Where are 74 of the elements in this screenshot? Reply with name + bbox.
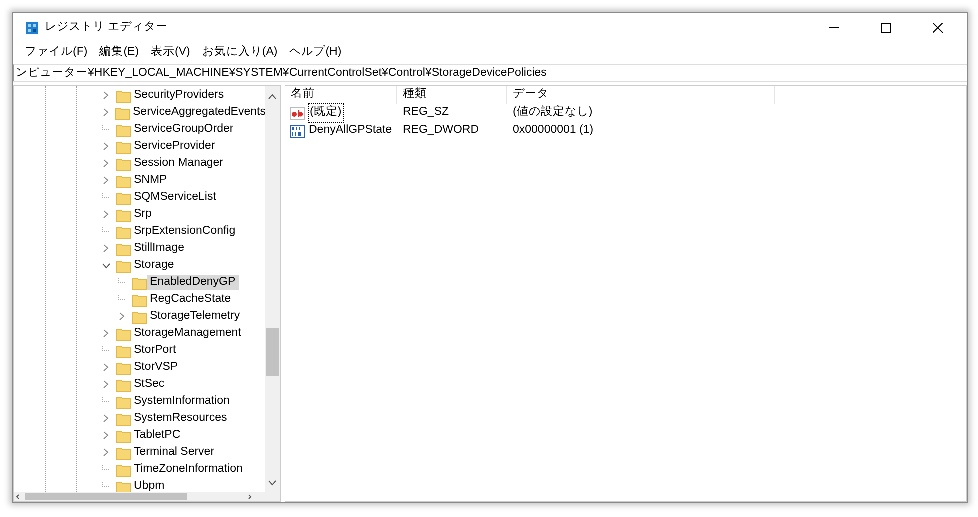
tree-item[interactable]: Ubpm	[131, 479, 168, 492]
tree-item[interactable]: StSec	[131, 377, 168, 392]
tree-item[interactable]: SrpExtensionConfig	[131, 224, 239, 239]
folder-icon	[132, 276, 147, 290]
app-icon	[25, 21, 39, 35]
folder-icon	[116, 446, 131, 460]
column-header[interactable]: 種類	[397, 86, 507, 104]
folder-icon	[116, 428, 131, 442]
folder-icon	[116, 326, 131, 340]
folder-icon	[116, 378, 131, 392]
scrollbar-thumb[interactable]	[25, 493, 187, 500]
address-bar[interactable]: ンピューター¥HKEY_LOCAL_MACHINE¥SYSTEM¥CurrentControlSet¥Control¥StorageDevicePolicies	[13, 64, 967, 82]
folder-icon	[116, 462, 131, 476]
table-cell-text: REG_DWORD	[402, 123, 480, 138]
folder-icon	[116, 156, 131, 170]
table-cell-text: REG_SZ	[402, 105, 450, 120]
window-title: レジストリ エディター	[45, 20, 168, 36]
tree-item[interactable]: SQMServiceList	[131, 190, 220, 205]
tree-item[interactable]: TimeZoneInformation	[131, 462, 246, 477]
maximize-icon	[881, 23, 891, 33]
scroll-left-icon[interactable]	[16, 494, 20, 500]
menu-item[interactable]: 表示(V)	[151, 44, 202, 60]
tree-item[interactable]: StillImage	[131, 241, 188, 256]
folder-icon	[116, 174, 131, 188]
folder-icon	[115, 106, 130, 120]
expand-icon[interactable]	[102, 210, 111, 219]
folder-icon	[116, 360, 131, 374]
tree-item[interactable]: ServiceGroupOrder	[131, 122, 237, 137]
expand-icon[interactable]	[102, 244, 111, 253]
folder-icon	[116, 88, 131, 102]
scroll-right-icon[interactable]	[248, 494, 252, 500]
tree-item[interactable]: StorPort	[131, 343, 180, 358]
tree-item[interactable]: StorageManagement	[131, 326, 244, 341]
tree-item[interactable]: SystemResources	[131, 411, 230, 426]
table-cell-text: (値の設定なし)	[512, 104, 594, 120]
collapse-icon[interactable]	[102, 262, 111, 270]
folder-icon	[116, 258, 131, 272]
tree-item[interactable]: SNMP	[131, 173, 170, 188]
menu-item[interactable]: ファイル(F)	[25, 44, 100, 60]
scroll-up-icon[interactable]	[268, 94, 277, 100]
folder-icon	[132, 292, 147, 306]
folder-icon	[116, 190, 131, 204]
menu-item[interactable]: 編集(E)	[100, 44, 152, 60]
folder-icon	[116, 344, 131, 358]
menu-item[interactable]: ヘルプ(H)	[290, 44, 354, 60]
folder-icon	[116, 394, 131, 408]
tree-item[interactable]: Srp	[131, 207, 155, 222]
tree-item[interactable]: Session Manager	[131, 156, 226, 171]
tree-item[interactable]: StorVSP	[131, 360, 182, 375]
close-icon	[933, 23, 943, 33]
folder-icon	[116, 140, 131, 154]
tree-item[interactable]: Storage	[131, 258, 178, 273]
tree-item[interactable]: SecurityProviders	[131, 88, 228, 103]
scrollbar-thumb[interactable]	[266, 328, 279, 376]
tree-item[interactable]: EnabledDenyGP	[147, 275, 239, 290]
tree-item[interactable]: StorageTelemetry	[147, 309, 244, 324]
tree-item[interactable]: SystemInformation	[131, 394, 233, 409]
folder-icon	[116, 242, 131, 256]
tree-item[interactable]: Terminal Server	[131, 445, 218, 460]
folder-icon	[116, 122, 131, 136]
column-header[interactable]: 名前	[285, 86, 397, 104]
tree-item[interactable]: ServiceProvider	[131, 139, 218, 154]
folder-icon	[116, 224, 131, 238]
value-name[interactable]: DenyAllGPState	[309, 122, 392, 140]
folder-icon	[116, 412, 131, 426]
folder-icon	[132, 310, 147, 324]
scroll-down-icon[interactable]	[268, 480, 277, 486]
table-cell-text: 0x00000001 (1)	[512, 123, 595, 138]
folder-icon	[116, 208, 131, 222]
tree-item[interactable]: RegCacheState	[147, 292, 234, 307]
tree-item[interactable]: TabletPC	[131, 428, 184, 443]
value-name[interactable]: (既定)	[309, 104, 343, 122]
menu-item[interactable]: お気に入り(A)	[202, 44, 290, 60]
column-header[interactable]: データ	[507, 86, 775, 104]
